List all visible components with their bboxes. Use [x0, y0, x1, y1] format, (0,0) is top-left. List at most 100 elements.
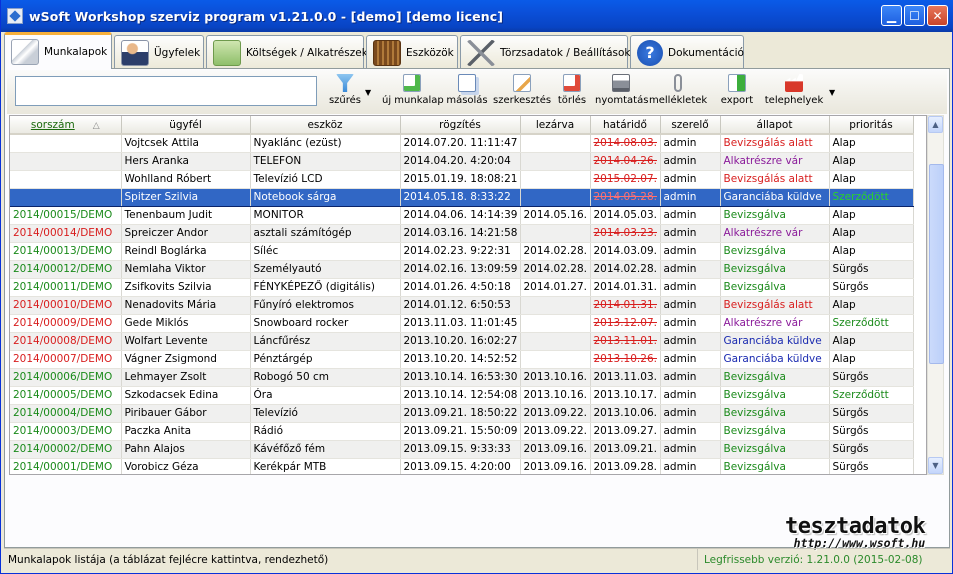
- table-row[interactable]: 2014/00002/DEMO Pahn Alajos Kávéfőző fém 20…: [10, 440, 914, 459]
- column-header[interactable]: sorszám △: [10, 116, 122, 135]
- cell-hatarido: 2013.10.26.: [590, 350, 661, 369]
- scroll-down-button[interactable]: ▼: [928, 457, 943, 474]
- cell-sorszam: 2014/00006/DEMO: [10, 368, 122, 387]
- new-worksheet-button[interactable]: új munkalap: [382, 74, 444, 106]
- cell-prioritas: Alap: [829, 224, 914, 243]
- tab-label: Munkalapok: [44, 46, 108, 58]
- table-row[interactable]: 2014/00003/DEMO Paczka Anita Rádió 2013.09.…: [10, 422, 914, 441]
- cell-prioritas: Szerződött: [829, 187, 914, 207]
- cell-eszkoz: Személyautó: [250, 260, 401, 279]
- cell-eszkoz: Kávéfőző fém: [250, 440, 401, 459]
- maximize-button[interactable]: ☐: [904, 5, 925, 26]
- filter-button-label: szűrés: [328, 95, 362, 106]
- copy-button[interactable]: másolás: [445, 74, 489, 106]
- cell-rogzites: 2013.09.15. 4:20:00: [400, 458, 521, 474]
- vertical-scrollbar[interactable]: ▲ ▼: [927, 115, 944, 475]
- worksheet-grid[interactable]: sorszám △ ügyfél eszköz rögzítés lezárva hatá…: [9, 115, 927, 475]
- table-row[interactable]: 2014/00001/DEMO Vorobicz Géza Kerékpár MTB…: [10, 458, 914, 474]
- arrow-up-icon: ▲: [932, 120, 939, 129]
- cell-eszkoz: asztali számítógép: [250, 224, 401, 243]
- cell-eszkoz: Nyaklánc (ezüst): [250, 134, 401, 153]
- cell-ugyfel: Szkodacsek Edina: [121, 386, 251, 405]
- cell-ugyfel: Zsifkovits Szilvia: [121, 278, 251, 297]
- cell-prioritas: Alap: [829, 296, 914, 315]
- radio-device-icon: [373, 39, 401, 66]
- sites-button[interactable]: telephelyek: [763, 74, 825, 106]
- export-button[interactable]: export: [719, 74, 755, 106]
- filter-input[interactable]: [15, 76, 317, 106]
- sites-dropdown-arrow-icon[interactable]: ▼: [829, 88, 835, 97]
- export-label: export: [720, 95, 754, 106]
- delete-button[interactable]: törlés: [555, 74, 589, 106]
- table-row[interactable]: Vojtcsek Attila Nyaklánc (ezüst) 2014.07.2…: [10, 134, 914, 153]
- attachments-button[interactable]: mellékletek: [649, 74, 707, 106]
- table-row[interactable]: Spitzer Szilvia Notebook sárga 2014.05.18.…: [10, 187, 914, 207]
- column-header[interactable]: rögzítés: [400, 116, 521, 135]
- close-button[interactable]: ✕: [927, 5, 948, 26]
- title-bar[interactable]: wSoft Workshop szerviz program v1.21.0.0…: [1, 0, 953, 32]
- scroll-thumb[interactable]: [929, 164, 944, 364]
- edit-button[interactable]: szerkesztés: [493, 74, 551, 106]
- cell-sorszam: 2014/00013/DEMO: [10, 242, 122, 261]
- table-row[interactable]: 2014/00008/DEMO Wolfart Levente Láncfűrész…: [10, 332, 914, 351]
- cell-lezarva: [520, 332, 591, 351]
- delete-label: törlés: [557, 95, 587, 106]
- cell-ugyfel: Lehmayer Zsolt: [121, 368, 251, 387]
- column-header[interactable]: állapot: [720, 116, 830, 135]
- table-row[interactable]: 2014/00006/DEMO Lehmayer Zsolt Robogó 50 c…: [10, 368, 914, 387]
- column-header[interactable]: prioritás: [829, 116, 914, 135]
- cell-allapot: Garanciába küldve: [720, 187, 830, 207]
- cell-eszkoz: Fűnyíró elektromos: [250, 296, 401, 315]
- cell-rogzites: 2014.02.23. 9:22:31: [400, 242, 521, 261]
- cell-rogzites: 2013.11.03. 11:01:45: [400, 314, 521, 333]
- table-row[interactable]: 2014/00015/DEMO Tenenbaum Judit MONITOR 201…: [10, 206, 914, 225]
- money-icon: [213, 39, 241, 66]
- tab-ugyfelek[interactable]: Ügyfelek: [114, 35, 204, 69]
- tab-koltsegek[interactable]: Költségek / Alkatrészek: [206, 35, 368, 69]
- table-row[interactable]: 2014/00007/DEMO Vágner Zsigmond Pénztárgép…: [10, 350, 914, 369]
- column-header[interactable]: szerelő: [660, 116, 721, 135]
- watermark: tesztadatok http://www.wsoft.hu: [785, 514, 926, 550]
- arrow-down-icon: ▼: [932, 461, 939, 470]
- column-header[interactable]: határidő: [590, 116, 661, 135]
- tab-eszkozok[interactable]: Eszközök: [366, 35, 458, 69]
- tab-torzsadatok[interactable]: Törzsadatok / Beállítások: [460, 35, 631, 69]
- cell-allapot: Bevizsgálás alatt: [720, 170, 830, 189]
- table-row[interactable]: 2014/00004/DEMO Piribauer Gábor Televízió 2…: [10, 404, 914, 423]
- table-row[interactable]: 2014/00013/DEMO Reindl Boglárka Síléc 2014.…: [10, 242, 914, 261]
- print-button[interactable]: nyomtatás: [595, 74, 648, 106]
- scroll-up-button[interactable]: ▲: [928, 116, 943, 133]
- table-row[interactable]: 2014/00010/DEMO Nenadovits Mária Fűnyíró e…: [10, 296, 914, 315]
- tab-label: Ügyfelek: [154, 46, 201, 59]
- table-row[interactable]: 2014/00005/DEMO Szkodacsek Edina Óra 2013.1…: [10, 386, 914, 405]
- cell-szerelo: admin: [660, 152, 721, 171]
- column-header[interactable]: eszköz: [250, 116, 401, 135]
- cell-prioritas: Szerződött: [829, 314, 914, 333]
- filter-button[interactable]: szűrés: [327, 74, 363, 106]
- table-row[interactable]: 2014/00012/DEMO Nemlaha Viktor Személyautó…: [10, 260, 914, 279]
- cell-rogzites: 2014.01.12. 6:50:53: [400, 296, 521, 315]
- sites-label: telephelyek: [764, 95, 824, 106]
- cell-hatarido: 2014.05.03.: [590, 206, 661, 225]
- cell-szerelo: admin: [660, 260, 721, 279]
- minimize-button[interactable]: ▁: [881, 5, 902, 26]
- tab-dokumentacio[interactable]: ? Dokumentáció: [630, 35, 744, 69]
- column-header[interactable]: lezárva: [520, 116, 591, 135]
- filter-dropdown-arrow-icon[interactable]: ▼: [365, 88, 371, 97]
- cell-eszkoz: MONITOR: [250, 206, 401, 225]
- table-row[interactable]: 2014/00011/DEMO Zsifkovits Szilvia FÉNYKÉP…: [10, 278, 914, 297]
- table-row[interactable]: Hers Aranka TELEFON 2014.04.20. 4:20:04 201…: [10, 152, 914, 171]
- cell-sorszam: [10, 134, 122, 153]
- cell-eszkoz: Snowboard rocker: [250, 314, 401, 333]
- table-row[interactable]: Wohlland Róbert Televízió LCD 2015.01.19. …: [10, 170, 914, 189]
- tab-munkalapok[interactable]: Munkalapok: [4, 32, 112, 69]
- table-row[interactable]: 2014/00014/DEMO Spreiczer Andor asztali sz…: [10, 224, 914, 243]
- cell-allapot: Bevizsgálva: [720, 278, 830, 297]
- cell-szerelo: admin: [660, 386, 721, 405]
- app-icon[interactable]: [7, 8, 23, 24]
- cell-sorszam: 2014/00003/DEMO: [10, 422, 122, 441]
- table-row[interactable]: 2014/00009/DEMO Gede Miklós Snowboard rock…: [10, 314, 914, 333]
- column-header[interactable]: ügyfél: [121, 116, 251, 135]
- cell-rogzites: 2014.04.20. 4:20:04: [400, 152, 521, 171]
- cell-prioritas: Alap: [829, 332, 914, 351]
